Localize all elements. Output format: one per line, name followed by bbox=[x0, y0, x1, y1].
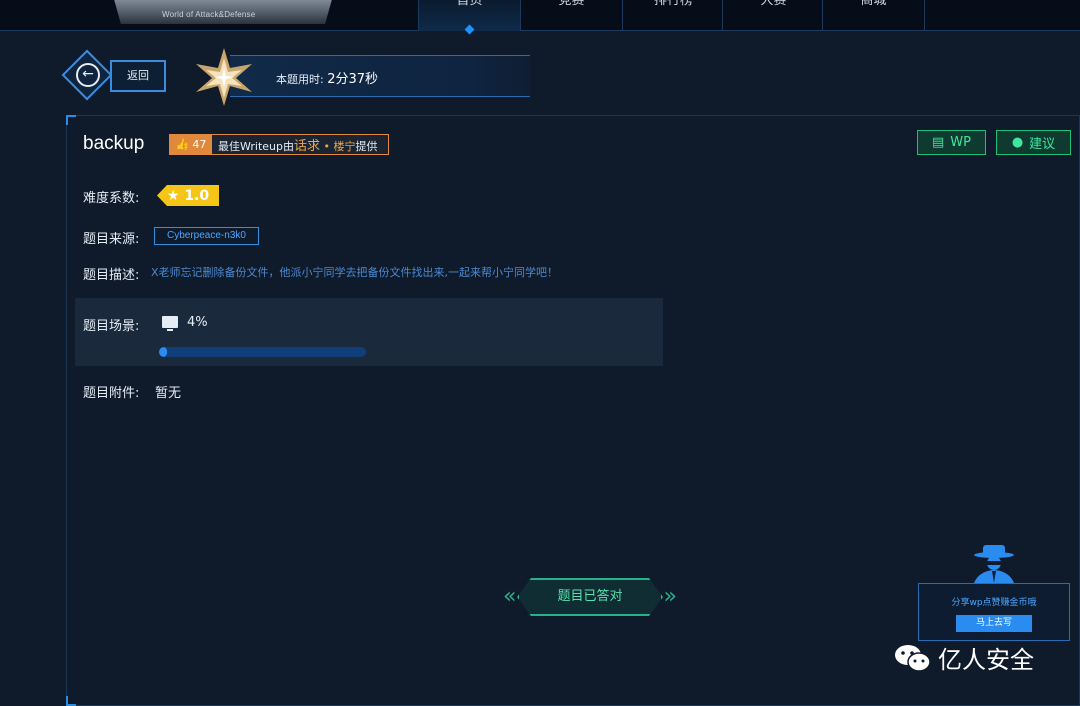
difficulty-value: 1.0 bbox=[184, 187, 210, 204]
timer-label: 本题用时: bbox=[276, 73, 324, 86]
nav-shop[interactable]: 商城 bbox=[822, 0, 924, 31]
arrow-left-icon: ← bbox=[76, 63, 100, 87]
panel-corner bbox=[66, 696, 76, 706]
wechat-icon bbox=[895, 644, 931, 672]
timer-text: 本题用时: 2分37秒 bbox=[276, 68, 378, 87]
challenge-title: backup bbox=[83, 133, 145, 154]
document-icon: ▤ bbox=[932, 135, 945, 150]
timer-bar: 本题用时: 2分37秒 bbox=[230, 55, 530, 97]
scene-percent: 4% bbox=[187, 315, 208, 330]
difficulty-tag: ★ 1.0 bbox=[157, 185, 219, 206]
writeup-prefix: 最佳Writeup由 bbox=[218, 140, 294, 153]
like-count[interactable]: 👍 47 bbox=[170, 135, 212, 154]
top-navbar: World of Attack&Defense 首页 竞赛 排行榜 大赛 商城 bbox=[0, 0, 1080, 31]
writeup-suffix: 提供 bbox=[355, 140, 378, 153]
watermark: 亿人安全 bbox=[894, 640, 1034, 675]
description-label: 题目描述: bbox=[83, 268, 140, 283]
writeup-coauthor[interactable]: • 楼宁 bbox=[320, 140, 356, 153]
lightbulb-icon: ● bbox=[1011, 135, 1024, 150]
back-label: 返回 bbox=[110, 60, 166, 92]
double-chevron-left-icon: « bbox=[503, 584, 517, 609]
attachment-label: 题目附件: bbox=[83, 386, 140, 401]
share-widget: 分享wp点赞赚金币哦 马上去写 bbox=[918, 583, 1070, 641]
wp-button[interactable]: ▤ WP bbox=[917, 130, 986, 155]
suggest-button-label: 建议 bbox=[1029, 137, 1056, 152]
wp-button-label: WP bbox=[950, 135, 971, 150]
source-label: 题目来源: bbox=[83, 232, 140, 247]
description-text: X老师忘记删除备份文件，他派小宁同学去把备份文件找出来,一起来帮小宁同学吧！ bbox=[151, 266, 559, 279]
suggest-button[interactable]: ● 建议 bbox=[996, 130, 1071, 155]
difficulty-label: 难度系数: bbox=[83, 191, 140, 206]
double-chevron-right-icon: » bbox=[663, 584, 677, 609]
timer-value: 2分37秒 bbox=[327, 72, 379, 87]
scene-box: 题目场景: 4% bbox=[75, 298, 663, 366]
source-tag[interactable]: Cyberpeace-n3k0 bbox=[154, 227, 259, 245]
best-writeup-text: 最佳Writeup由话求 • 楼宁提供 bbox=[212, 135, 378, 154]
best-writeup-badge[interactable]: 👍 47 最佳Writeup由话求 • 楼宁提供 bbox=[169, 134, 389, 155]
watermark-text: 亿人安全 bbox=[938, 646, 1034, 674]
writeup-author[interactable]: 话求 bbox=[294, 139, 320, 154]
nav-home[interactable]: 首页 bbox=[418, 0, 520, 31]
write-now-button[interactable]: 马上去写 bbox=[956, 615, 1032, 632]
panel-corner bbox=[66, 115, 76, 125]
monitor-icon bbox=[162, 316, 178, 331]
nav-competition[interactable]: 竞赛 bbox=[520, 0, 622, 31]
share-text: 分享wp点赞赚金币哦 bbox=[951, 598, 1037, 608]
answered-button[interactable]: « 题目已答对 » bbox=[503, 578, 677, 616]
attachment-value: 暂无 bbox=[155, 386, 182, 401]
back-button[interactable]: ← 返回 bbox=[61, 49, 168, 101]
logo-subtitle: World of Attack&Defense bbox=[162, 10, 256, 19]
answered-label: 题目已答对 bbox=[517, 578, 663, 616]
star-badge-icon bbox=[196, 48, 252, 106]
star-icon: ★ bbox=[166, 187, 185, 204]
nav-leaderboard[interactable]: 排行榜 bbox=[622, 0, 724, 31]
thumbs-up-icon: 👍 bbox=[175, 138, 190, 151]
scene-progress-bar bbox=[159, 347, 366, 357]
nav-divider bbox=[924, 0, 925, 31]
scene-progress-fill bbox=[159, 347, 168, 357]
scene-label: 题目场景: bbox=[83, 319, 140, 334]
like-count-value: 47 bbox=[192, 138, 207, 151]
nav-contest[interactable]: 大赛 bbox=[722, 0, 824, 31]
